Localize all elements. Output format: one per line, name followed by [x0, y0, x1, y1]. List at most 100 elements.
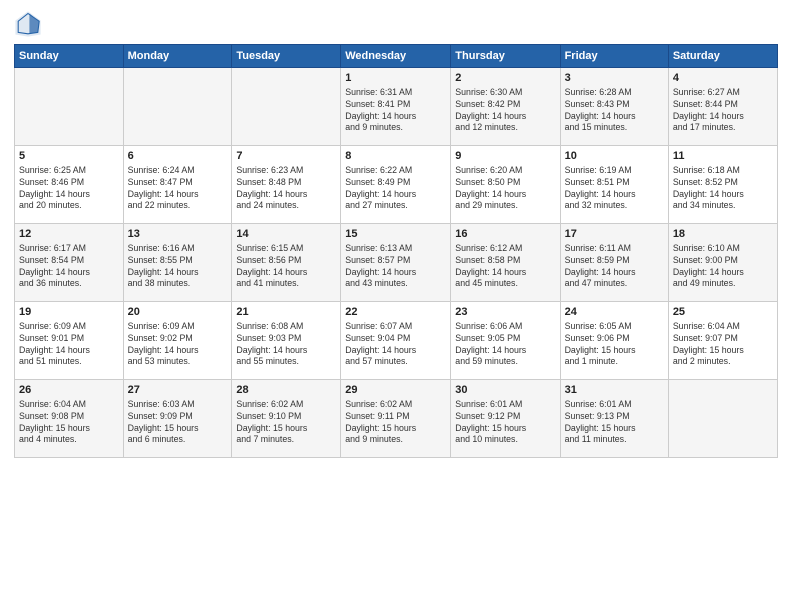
day-number: 28 [236, 383, 336, 398]
day-number: 2 [455, 71, 555, 86]
day-info: Sunrise: 6:03 AM Sunset: 9:09 PM Dayligh… [128, 399, 228, 447]
day-number: 25 [673, 305, 773, 320]
calendar-cell: 28Sunrise: 6:02 AM Sunset: 9:10 PM Dayli… [232, 380, 341, 458]
calendar-cell: 27Sunrise: 6:03 AM Sunset: 9:09 PM Dayli… [123, 380, 232, 458]
day-number: 4 [673, 71, 773, 86]
calendar-cell: 10Sunrise: 6:19 AM Sunset: 8:51 PM Dayli… [560, 146, 668, 224]
calendar-cell: 3Sunrise: 6:28 AM Sunset: 8:43 PM Daylig… [560, 68, 668, 146]
day-number: 20 [128, 305, 228, 320]
calendar-cell: 8Sunrise: 6:22 AM Sunset: 8:49 PM Daylig… [341, 146, 451, 224]
day-number: 11 [673, 149, 773, 164]
day-number: 31 [565, 383, 664, 398]
calendar-cell [123, 68, 232, 146]
weekday-header: Tuesday [232, 45, 341, 68]
day-info: Sunrise: 6:13 AM Sunset: 8:57 PM Dayligh… [345, 243, 446, 291]
day-number: 17 [565, 227, 664, 242]
calendar-cell: 22Sunrise: 6:07 AM Sunset: 9:04 PM Dayli… [341, 302, 451, 380]
day-info: Sunrise: 6:09 AM Sunset: 9:02 PM Dayligh… [128, 321, 228, 369]
day-info: Sunrise: 6:05 AM Sunset: 9:06 PM Dayligh… [565, 321, 664, 369]
day-info: Sunrise: 6:27 AM Sunset: 8:44 PM Dayligh… [673, 87, 773, 135]
day-number: 3 [565, 71, 664, 86]
calendar-cell: 5Sunrise: 6:25 AM Sunset: 8:46 PM Daylig… [15, 146, 124, 224]
day-info: Sunrise: 6:11 AM Sunset: 8:59 PM Dayligh… [565, 243, 664, 291]
calendar-cell: 31Sunrise: 6:01 AM Sunset: 9:13 PM Dayli… [560, 380, 668, 458]
day-info: Sunrise: 6:18 AM Sunset: 8:52 PM Dayligh… [673, 165, 773, 213]
calendar-cell: 9Sunrise: 6:20 AM Sunset: 8:50 PM Daylig… [451, 146, 560, 224]
day-number: 9 [455, 149, 555, 164]
calendar-cell: 11Sunrise: 6:18 AM Sunset: 8:52 PM Dayli… [668, 146, 777, 224]
calendar-cell: 23Sunrise: 6:06 AM Sunset: 9:05 PM Dayli… [451, 302, 560, 380]
day-info: Sunrise: 6:24 AM Sunset: 8:47 PM Dayligh… [128, 165, 228, 213]
calendar-week-row: 12Sunrise: 6:17 AM Sunset: 8:54 PM Dayli… [15, 224, 778, 302]
calendar-table: SundayMondayTuesdayWednesdayThursdayFrid… [14, 44, 778, 458]
day-number: 29 [345, 383, 446, 398]
calendar-cell: 30Sunrise: 6:01 AM Sunset: 9:12 PM Dayli… [451, 380, 560, 458]
calendar-cell: 29Sunrise: 6:02 AM Sunset: 9:11 PM Dayli… [341, 380, 451, 458]
day-number: 8 [345, 149, 446, 164]
day-info: Sunrise: 6:09 AM Sunset: 9:01 PM Dayligh… [19, 321, 119, 369]
calendar-cell: 26Sunrise: 6:04 AM Sunset: 9:08 PM Dayli… [15, 380, 124, 458]
calendar-cell: 17Sunrise: 6:11 AM Sunset: 8:59 PM Dayli… [560, 224, 668, 302]
day-number: 5 [19, 149, 119, 164]
day-info: Sunrise: 6:15 AM Sunset: 8:56 PM Dayligh… [236, 243, 336, 291]
day-info: Sunrise: 6:07 AM Sunset: 9:04 PM Dayligh… [345, 321, 446, 369]
calendar-cell: 1Sunrise: 6:31 AM Sunset: 8:41 PM Daylig… [341, 68, 451, 146]
day-info: Sunrise: 6:20 AM Sunset: 8:50 PM Dayligh… [455, 165, 555, 213]
calendar-cell: 21Sunrise: 6:08 AM Sunset: 9:03 PM Dayli… [232, 302, 341, 380]
day-number: 6 [128, 149, 228, 164]
calendar-cell: 13Sunrise: 6:16 AM Sunset: 8:55 PM Dayli… [123, 224, 232, 302]
calendar-cell [15, 68, 124, 146]
day-info: Sunrise: 6:02 AM Sunset: 9:11 PM Dayligh… [345, 399, 446, 447]
day-info: Sunrise: 6:19 AM Sunset: 8:51 PM Dayligh… [565, 165, 664, 213]
calendar-cell: 19Sunrise: 6:09 AM Sunset: 9:01 PM Dayli… [15, 302, 124, 380]
calendar-cell: 18Sunrise: 6:10 AM Sunset: 9:00 PM Dayli… [668, 224, 777, 302]
day-info: Sunrise: 6:02 AM Sunset: 9:10 PM Dayligh… [236, 399, 336, 447]
day-info: Sunrise: 6:28 AM Sunset: 8:43 PM Dayligh… [565, 87, 664, 135]
day-number: 10 [565, 149, 664, 164]
day-number: 18 [673, 227, 773, 242]
calendar-cell: 16Sunrise: 6:12 AM Sunset: 8:58 PM Dayli… [451, 224, 560, 302]
day-info: Sunrise: 6:25 AM Sunset: 8:46 PM Dayligh… [19, 165, 119, 213]
header [14, 10, 778, 38]
day-info: Sunrise: 6:31 AM Sunset: 8:41 PM Dayligh… [345, 87, 446, 135]
weekday-header: Thursday [451, 45, 560, 68]
weekday-header: Monday [123, 45, 232, 68]
day-number: 14 [236, 227, 336, 242]
calendar-cell: 12Sunrise: 6:17 AM Sunset: 8:54 PM Dayli… [15, 224, 124, 302]
day-info: Sunrise: 6:17 AM Sunset: 8:54 PM Dayligh… [19, 243, 119, 291]
calendar-cell: 20Sunrise: 6:09 AM Sunset: 9:02 PM Dayli… [123, 302, 232, 380]
day-number: 1 [345, 71, 446, 86]
day-number: 21 [236, 305, 336, 320]
logo-icon [14, 10, 42, 38]
calendar-week-row: 1Sunrise: 6:31 AM Sunset: 8:41 PM Daylig… [15, 68, 778, 146]
calendar-cell [668, 380, 777, 458]
weekday-header: Wednesday [341, 45, 451, 68]
day-number: 22 [345, 305, 446, 320]
day-number: 27 [128, 383, 228, 398]
calendar-week-row: 5Sunrise: 6:25 AM Sunset: 8:46 PM Daylig… [15, 146, 778, 224]
day-number: 13 [128, 227, 228, 242]
day-info: Sunrise: 6:08 AM Sunset: 9:03 PM Dayligh… [236, 321, 336, 369]
calendar-page: SundayMondayTuesdayWednesdayThursdayFrid… [0, 0, 792, 612]
day-number: 19 [19, 305, 119, 320]
day-info: Sunrise: 6:01 AM Sunset: 9:12 PM Dayligh… [455, 399, 555, 447]
day-number: 23 [455, 305, 555, 320]
day-number: 26 [19, 383, 119, 398]
day-info: Sunrise: 6:06 AM Sunset: 9:05 PM Dayligh… [455, 321, 555, 369]
calendar-week-row: 19Sunrise: 6:09 AM Sunset: 9:01 PM Dayli… [15, 302, 778, 380]
calendar-cell: 7Sunrise: 6:23 AM Sunset: 8:48 PM Daylig… [232, 146, 341, 224]
day-number: 12 [19, 227, 119, 242]
day-info: Sunrise: 6:12 AM Sunset: 8:58 PM Dayligh… [455, 243, 555, 291]
day-info: Sunrise: 6:30 AM Sunset: 8:42 PM Dayligh… [455, 87, 555, 135]
calendar-cell: 6Sunrise: 6:24 AM Sunset: 8:47 PM Daylig… [123, 146, 232, 224]
logo [14, 10, 46, 38]
weekday-header: Saturday [668, 45, 777, 68]
calendar-cell: 4Sunrise: 6:27 AM Sunset: 8:44 PM Daylig… [668, 68, 777, 146]
calendar-cell: 24Sunrise: 6:05 AM Sunset: 9:06 PM Dayli… [560, 302, 668, 380]
day-info: Sunrise: 6:23 AM Sunset: 8:48 PM Dayligh… [236, 165, 336, 213]
day-info: Sunrise: 6:04 AM Sunset: 9:08 PM Dayligh… [19, 399, 119, 447]
weekday-header: Sunday [15, 45, 124, 68]
calendar-cell [232, 68, 341, 146]
calendar-cell: 25Sunrise: 6:04 AM Sunset: 9:07 PM Dayli… [668, 302, 777, 380]
weekday-header: Friday [560, 45, 668, 68]
